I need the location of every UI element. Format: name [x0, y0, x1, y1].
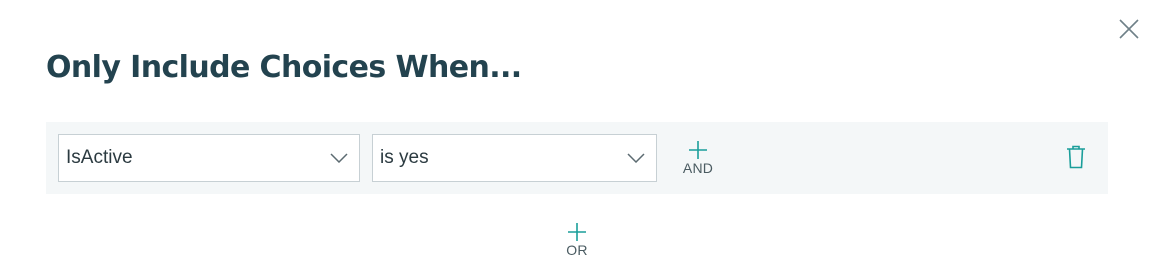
add-or-label: OR [566, 242, 588, 258]
field-select[interactable]: IsActive [58, 134, 360, 182]
condition-row: IsActive is yes AND [46, 122, 1108, 194]
plus-icon [568, 223, 586, 241]
field-select-value: IsActive [66, 147, 133, 168]
trash-icon [1067, 145, 1085, 169]
chevron-down-icon [626, 152, 646, 164]
dialog-title: Only Include Choices When... [46, 50, 522, 85]
close-icon [1119, 19, 1139, 39]
close-button[interactable] [1114, 14, 1144, 44]
add-and-label: AND [682, 160, 714, 176]
conditions-dialog: Only Include Choices When... IsActive is… [0, 0, 1154, 276]
operator-select[interactable]: is yes [372, 134, 657, 182]
add-or-button[interactable]: OR [557, 222, 597, 264]
chevron-down-icon [329, 152, 349, 164]
plus-icon [689, 141, 707, 159]
delete-condition-button[interactable] [1064, 144, 1088, 170]
add-and-button[interactable]: AND [678, 140, 718, 180]
operator-select-value: is yes [380, 147, 429, 168]
